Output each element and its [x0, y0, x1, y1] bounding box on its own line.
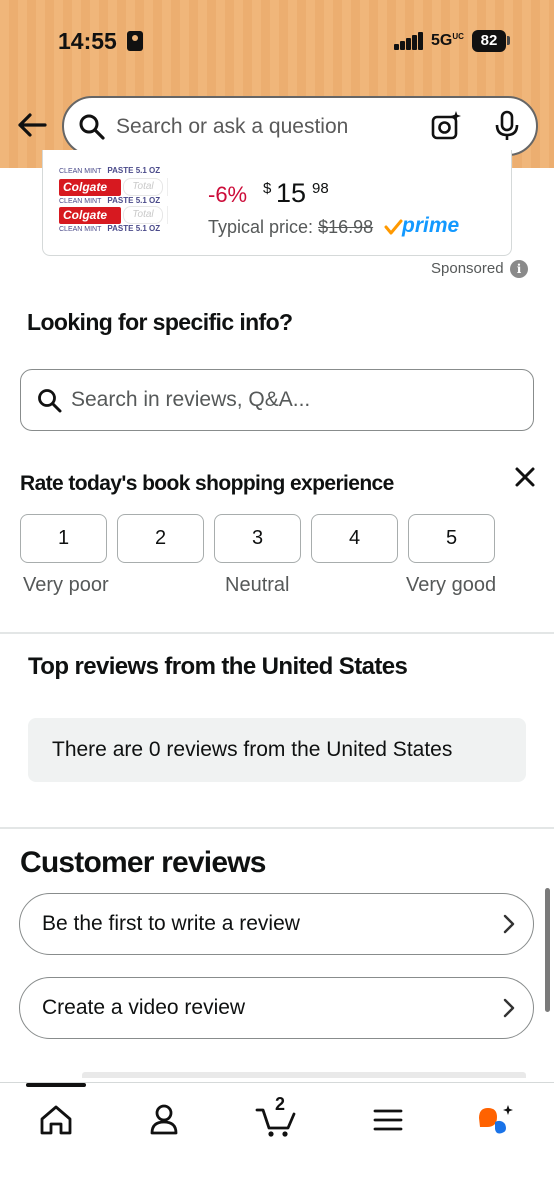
write-review-label: Be the first to write a review: [42, 912, 300, 935]
divider: [0, 632, 554, 634]
network-label: 5GUC: [431, 32, 464, 50]
discount-badge: -6%: [208, 182, 248, 207]
video-review-button[interactable]: Create a video review: [19, 977, 534, 1039]
pack-line: CLEAN MINT: [59, 226, 102, 233]
rating-option-3[interactable]: 3: [214, 514, 301, 563]
prime-badge: prime: [402, 214, 460, 237]
sub-brand-logo: Total: [123, 206, 163, 224]
price-whole: 15: [276, 178, 307, 208]
network-type: 5G: [431, 32, 453, 49]
status-time: 14:55: [58, 28, 117, 54]
typical-price: Typical price: $16.98: [208, 217, 373, 238]
divider: [0, 827, 554, 829]
price-fraction: 98: [312, 180, 329, 197]
rating-option-4[interactable]: 4: [311, 514, 398, 563]
search-input[interactable]: [116, 110, 406, 144]
cart-count: 2: [275, 1094, 286, 1114]
rating-option-2[interactable]: 2: [117, 514, 204, 563]
rufus-icon[interactable]: [474, 1098, 518, 1142]
no-reviews-notice: There are 0 reviews from the United Stat…: [28, 718, 526, 782]
rating-low-label: Very poor: [23, 574, 109, 596]
top-reviews-title: Top reviews from the United States: [28, 653, 408, 680]
back-arrow-icon[interactable]: [14, 107, 50, 143]
pack-label: CLEAN MINT PASTE 5.1 OZ: [59, 166, 160, 175]
typical-price-label: Typical price:: [208, 217, 314, 237]
id-card-icon: [127, 31, 143, 51]
video-review-label: Create a video review: [42, 996, 246, 1019]
specific-info-title: Looking for specific info?: [27, 309, 293, 335]
no-reviews-message: There are 0 reviews from the United Stat…: [52, 738, 453, 761]
pack-size: PASTE 5.1 OZ: [107, 224, 161, 233]
pack-line: CLEAN MINT: [59, 168, 102, 175]
header: 14:55 5GUC 82: [0, 0, 554, 168]
pack-label: CLEAN MINT PASTE 5.1 OZ: [59, 224, 160, 233]
brand-logo: Colgate: [59, 207, 121, 224]
active-tab-indicator: [26, 1083, 86, 1087]
sub-brand-logo: Total: [123, 178, 163, 196]
home-icon[interactable]: [34, 1098, 78, 1142]
search-icon: [37, 388, 63, 414]
prime-check-icon: [383, 218, 403, 238]
scrollbar[interactable]: [545, 888, 550, 1012]
rating-option-1[interactable]: 1: [20, 514, 107, 563]
write-review-button[interactable]: Be the first to write a review: [19, 893, 534, 955]
review-search-bar[interactable]: [20, 369, 534, 431]
price-currency: $: [263, 180, 272, 197]
sponsored-product-card[interactable]: CLEAN MINT PASTE 5.1 OZ Colgate Total CLE…: [42, 150, 512, 256]
chevron-right-icon: [497, 997, 519, 1019]
rating-high-label: Very good: [406, 574, 497, 596]
close-icon[interactable]: [510, 462, 540, 492]
typical-price-value: $16.98: [318, 217, 374, 237]
account-icon[interactable]: [142, 1098, 186, 1142]
sponsored-label: Sponsored: [431, 260, 504, 277]
rating-title: Rate today's book shopping experience: [20, 472, 394, 495]
toothpaste-pack: Colgate Total CLEAN MINT PASTE 5.1 OZ: [57, 204, 189, 233]
signal-icon: [394, 32, 424, 50]
rating-mid-label: Neutral: [225, 574, 290, 596]
toothpaste-pack-top: CLEAN MINT PASTE 5.1 OZ: [57, 152, 189, 175]
network-suffix: UC: [452, 32, 464, 41]
chevron-right-icon: [497, 913, 519, 935]
product-image[interactable]: CLEAN MINT PASTE 5.1 OZ Colgate Total CLE…: [57, 166, 189, 238]
status-bar: 14:55 5GUC 82: [0, 0, 554, 84]
search-icon: [78, 113, 106, 141]
pack-size: PASTE 5.1 OZ: [107, 166, 161, 175]
brand-logo: Colgate: [59, 179, 121, 196]
partial-divider: [82, 1072, 526, 1078]
battery-icon: 82: [472, 30, 506, 52]
battery-tip: [507, 36, 510, 45]
info-icon[interactable]: i: [510, 260, 528, 278]
camera-icon[interactable]: [430, 110, 462, 142]
rating-option-5[interactable]: 5: [408, 514, 495, 563]
customer-reviews-title: Customer reviews: [20, 846, 266, 879]
microphone-icon[interactable]: [492, 110, 522, 142]
search-bar[interactable]: [62, 96, 538, 156]
review-search-input[interactable]: [71, 384, 501, 416]
menu-icon[interactable]: [366, 1098, 410, 1142]
toothpaste-pack: Colgate Total CLEAN MINT PASTE 5.1 OZ: [57, 176, 189, 205]
